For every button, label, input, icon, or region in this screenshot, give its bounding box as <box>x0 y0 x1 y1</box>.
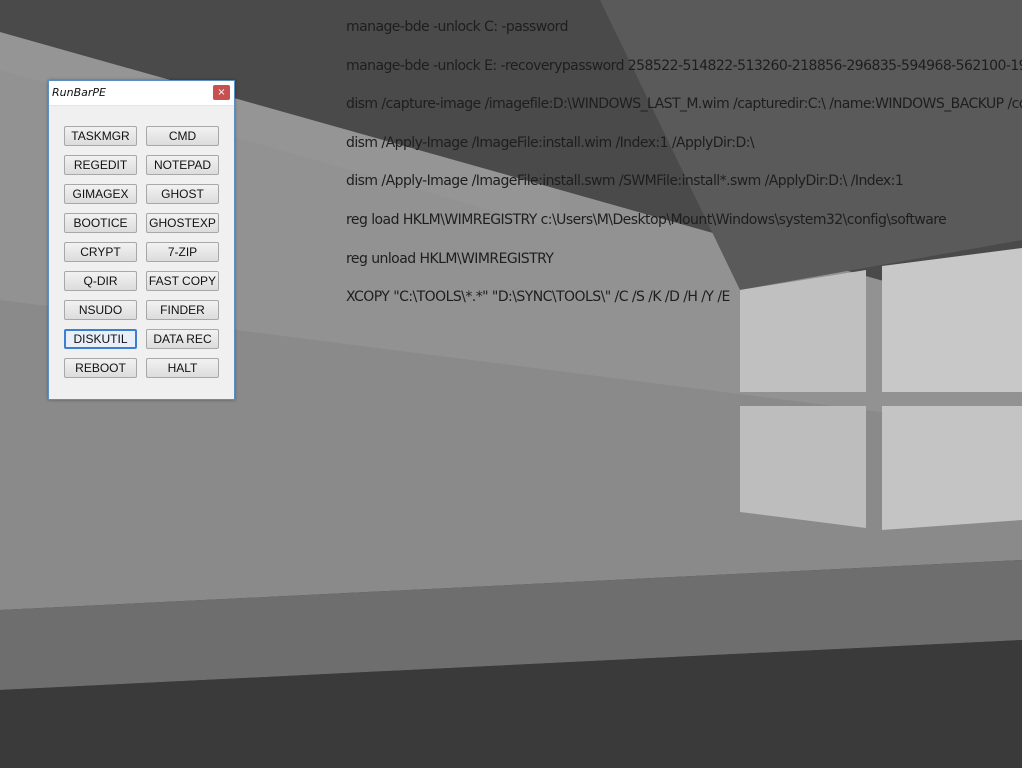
command-note-line: manage-bde -unlock C: -password <box>346 19 569 35</box>
command-note-line: reg unload HKLM\WIMREGISTRY <box>346 250 554 267</box>
runbarpe-window: RunBarPE × TASKMGR CMD REGEDIT NOTEPAD GIMAG… <box>48 80 235 400</box>
regedit-button[interactable]: REGEDIT <box>64 155 137 175</box>
window-titlebar[interactable]: RunBarPE × <box>49 81 234 106</box>
diskutil-button[interactable]: DISKUTIL <box>64 329 137 349</box>
close-icon: × <box>217 87 226 98</box>
halt-button[interactable]: HALT <box>146 358 219 378</box>
command-note-line: dism /capture-image /imagefile:D:\WINDOW… <box>346 96 1022 113</box>
taskmgr-button[interactable]: TASKMGR <box>64 126 137 146</box>
7-zip-button[interactable]: 7-ZIP <box>146 242 219 262</box>
close-button[interactable]: × <box>213 85 230 100</box>
nsudo-button[interactable]: NSUDO <box>64 300 137 320</box>
ghostexp-button[interactable]: GHOSTEXP <box>146 213 219 233</box>
window-title: RunBarPE <box>52 86 106 99</box>
q-dir-button[interactable]: Q-DIR <box>64 271 137 291</box>
command-note-line: reg load HKLM\WIMREGISTRY c:\Users\M\Des… <box>346 211 947 228</box>
command-note-line: XCOPY "C:\TOOLS\*.*" "D:\SYNC\TOOLS\" /C… <box>346 289 730 306</box>
desktop-command-notes: manage-bde -unlock C: -password manage-bd… <box>346 17 1022 326</box>
command-note-line: dism /Apply-Image /ImageFile:install.swm… <box>346 173 904 190</box>
command-note-line: dism /Apply-Image /ImageFile:install.wim… <box>346 134 755 151</box>
ghost-button[interactable]: GHOST <box>146 184 219 204</box>
notepad-button[interactable]: NOTEPAD <box>146 155 219 175</box>
gimagex-button[interactable]: GIMAGEX <box>64 184 137 204</box>
command-note-line: manage-bde -unlock E: -recoverypassword … <box>346 57 1022 74</box>
data-rec-button[interactable]: DATA REC <box>146 329 219 349</box>
bootice-button[interactable]: BOOTICE <box>64 213 137 233</box>
finder-button[interactable]: FINDER <box>146 300 219 320</box>
reboot-button[interactable]: REBOOT <box>64 358 137 378</box>
cmd-button[interactable]: CMD <box>146 126 219 146</box>
crypt-button[interactable]: CRYPT <box>64 242 137 262</box>
fast-copy-button[interactable]: FAST COPY <box>146 271 219 291</box>
